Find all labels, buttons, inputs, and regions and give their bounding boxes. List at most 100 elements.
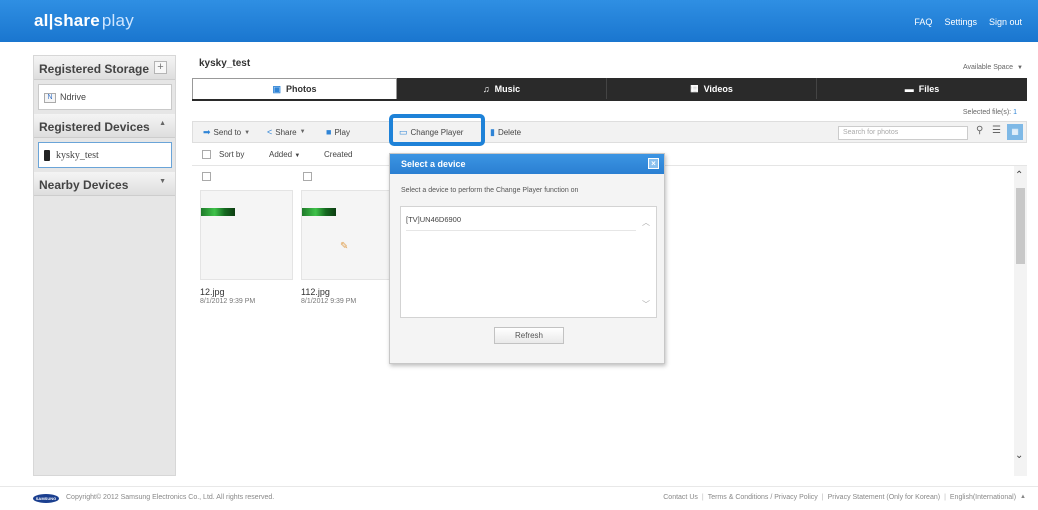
photo-image <box>201 208 235 216</box>
sidebar-item-label: Ndrive <box>60 92 87 102</box>
dialog-title: Select a device <box>401 159 466 169</box>
chevron-up-icon[interactable]: ︿ <box>642 217 650 228</box>
photo-image <box>302 208 336 216</box>
play-button[interactable]: ■ Play <box>326 127 350 137</box>
language-selector[interactable]: English(International) <box>950 494 1016 501</box>
collapse-arrow-icon[interactable]: ▲ <box>159 120 166 127</box>
refresh-button[interactable]: Refresh <box>494 327 564 344</box>
change-player-label: Change Player <box>410 128 464 137</box>
top-links: FAQ Settings Sign out <box>914 17 1022 27</box>
share-label: Share <box>275 127 297 137</box>
tab-underline <box>192 99 1027 101</box>
registered-storage-header[interactable]: Registered Storage + <box>34 56 175 80</box>
arrow-right-icon: ➡ <box>203 127 211 137</box>
divider: | <box>701 494 704 501</box>
chevron-down-icon[interactable]: ﹀ <box>642 299 650 310</box>
device-list-item[interactable]: [TV]UN46D6900 <box>406 211 636 231</box>
photo-checkbox[interactable] <box>202 172 211 181</box>
select-all-checkbox[interactable] <box>202 150 211 159</box>
tab-music[interactable]: ♫ Music <box>397 78 607 99</box>
close-icon[interactable]: × <box>648 158 659 169</box>
send-to-button[interactable]: ➡ Send to ▼ <box>203 127 250 138</box>
tab-label: Music <box>494 83 521 94</box>
footer-links: Contact Us | Terms & Conditions / Privacy… <box>663 494 1026 501</box>
media-tabs: ▣ Photos ♫ Music ▦ Videos ▬ Files <box>192 78 1027 99</box>
sort-added-option[interactable]: Added ▼ <box>269 150 300 159</box>
app-logo[interactable]: al|share play <box>34 11 134 31</box>
sort-created-option[interactable]: Created <box>324 150 352 159</box>
device-list: [TV]UN46D6900 ︿ ﹀ <box>400 206 657 318</box>
app-window: al|share play FAQ Settings Sign out Regis… <box>0 0 1038 510</box>
divider: | <box>944 494 946 501</box>
nearby-devices-title: Nearby Devices <box>39 178 129 192</box>
expand-arrow-icon[interactable]: ▼ <box>159 178 166 185</box>
photo-icon: ▣ <box>272 83 281 94</box>
film-icon: ▦ <box>690 83 699 93</box>
content-scrollbar[interactable]: ⌃ ⌄ <box>1014 166 1027 476</box>
sidebar-item-kysky-test[interactable]: kysky_test <box>38 142 172 168</box>
delete-button[interactable]: ▮ Delete <box>490 127 521 138</box>
chevron-down-icon: ▼ <box>299 129 306 135</box>
change-player-button[interactable]: ▭ Change Player <box>399 127 463 138</box>
tab-videos[interactable]: ▦ Videos <box>607 78 817 99</box>
available-space-label: Available Space <box>962 64 1014 71</box>
file-date: 8/1/2012 9:39 PM <box>200 298 256 305</box>
folder-icon: ▬ <box>904 83 914 94</box>
music-note-icon: ♫ <box>482 83 490 94</box>
available-space-dropdown[interactable]: Available Space ▼ <box>963 64 1023 71</box>
tab-label: Files <box>918 83 940 94</box>
ndrive-icon: N <box>44 92 56 103</box>
photo-checkbox[interactable] <box>303 172 312 181</box>
list-view-icon[interactable]: ☰ <box>992 125 1001 136</box>
sidebar: Registered Storage + N Ndrive Registered … <box>33 55 176 476</box>
sidebar-item-label: kysky_test <box>56 150 99 161</box>
logo-main: al|share <box>34 11 100 30</box>
trash-icon: ▮ <box>490 127 495 137</box>
chevron-up-icon[interactable]: ▲ <box>1020 494 1026 501</box>
selected-files-number: 1 <box>1013 109 1017 116</box>
search-icon[interactable]: ⚲ <box>976 125 983 136</box>
send-to-label: Send to <box>213 128 242 137</box>
sort-added-label: Added <box>269 150 293 159</box>
photo-thumbnail[interactable] <box>200 190 293 280</box>
selected-files-count: Selected file(s): 1 <box>963 109 1017 116</box>
search-input[interactable]: Search for photos <box>838 126 968 140</box>
sign-out-link[interactable]: Sign out <box>989 17 1022 27</box>
privacy-statement-link[interactable]: Privacy Statement (Only for Korean) <box>828 494 940 501</box>
share-icon: < <box>267 127 273 137</box>
tab-label: Photos <box>286 84 317 94</box>
file-date: 8/1/2012 9:39 PM <box>301 298 357 305</box>
photo-thumbnail[interactable]: ✎ <box>301 190 394 280</box>
scroll-up-icon[interactable]: ⌃ <box>1015 170 1023 181</box>
chevron-down-icon: ▼ <box>244 129 251 136</box>
nearby-devices-header[interactable]: Nearby Devices ▼ <box>34 172 175 196</box>
phone-icon <box>44 150 50 162</box>
select-device-dialog: Select a device × Select a device to per… <box>389 153 665 364</box>
file-name: 112.jpg <box>301 287 330 297</box>
monitor-icon: ▭ <box>399 127 408 137</box>
tab-files[interactable]: ▬ Files <box>817 78 1027 99</box>
faq-link[interactable]: FAQ <box>914 17 932 27</box>
scroll-down-icon[interactable]: ⌄ <box>1015 450 1023 461</box>
selected-files-label: Selected file(s): <box>962 109 1012 116</box>
registered-storage-title: Registered Storage <box>39 62 150 76</box>
grid-view-icon[interactable]: ▦ <box>1007 124 1023 140</box>
samsung-logo: SAMSUNG <box>33 494 59 503</box>
edit-pencil-icon[interactable]: ✎ <box>340 241 348 252</box>
play-icon: ■ <box>326 127 332 137</box>
play-label: Play <box>334 127 350 137</box>
contact-us-link[interactable]: Contact Us <box>663 494 698 501</box>
top-bar: al|share play FAQ Settings Sign out <box>0 0 1038 42</box>
terms-link[interactable]: Terms & Conditions / Privacy Policy <box>708 494 818 501</box>
toolbar: ➡ Send to ▼ < Share ▼ ■ Play ▭ Change Player ▮… <box>192 114 1027 146</box>
sidebar-item-ndrive[interactable]: N Ndrive <box>38 84 172 110</box>
share-button[interactable]: < Share ▼ <box>267 127 306 137</box>
scrollbar-thumb[interactable] <box>1016 188 1025 264</box>
registered-devices-header[interactable]: Registered Devices ▲ <box>34 114 175 138</box>
add-storage-button[interactable]: + <box>154 61 167 74</box>
file-name: 12.jpg <box>200 287 225 297</box>
page-title: kysky_test <box>199 58 251 69</box>
tab-photos[interactable]: ▣ Photos <box>192 78 397 99</box>
settings-link[interactable]: Settings <box>944 17 977 27</box>
logo-sub: play <box>101 11 134 30</box>
